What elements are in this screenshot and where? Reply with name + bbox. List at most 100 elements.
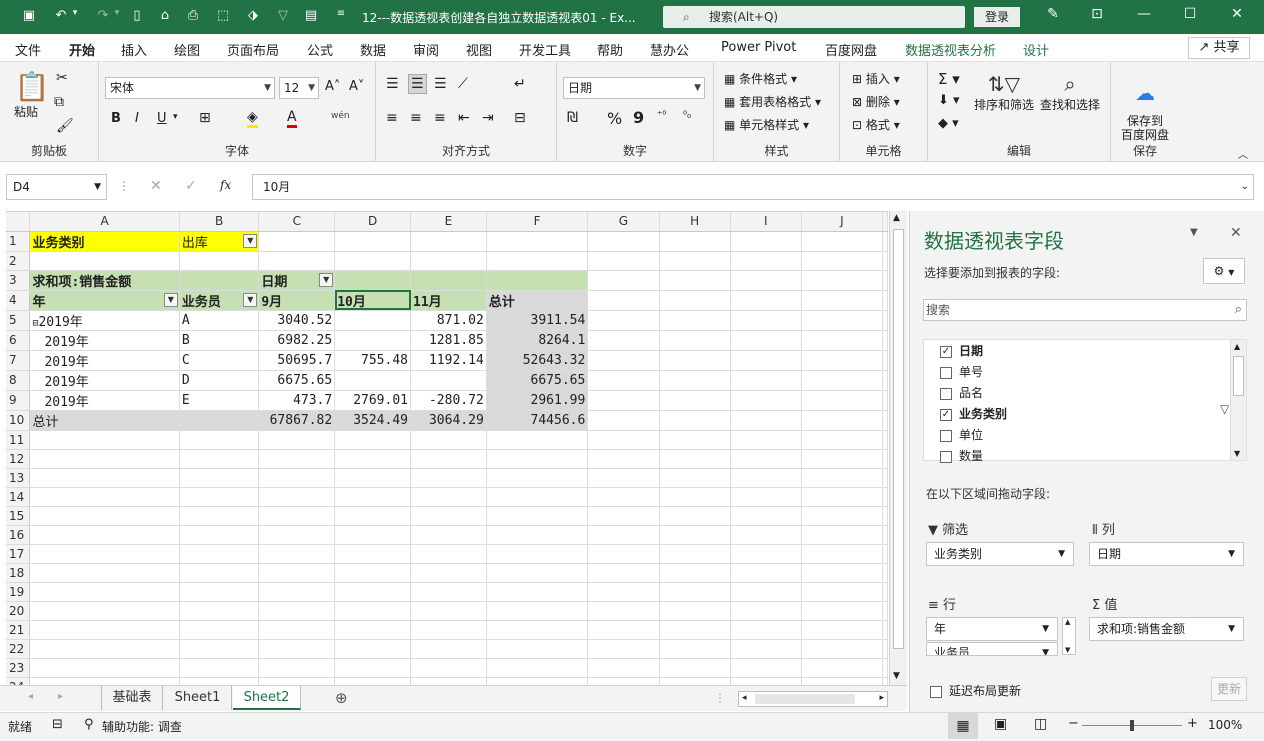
worksheet-grid[interactable]: A B C D E F G H I J 1 业务类别 ▼ 出库 2 3 求和项:销售金额 ▼ 日期 4 ▼ 年 ▼ 业务员 9月…	[6, 211, 888, 685]
cell[interactable]	[29, 251, 180, 271]
cell[interactable]	[258, 251, 336, 271]
filter-icon[interactable]: ▽	[272, 8, 294, 23]
cell[interactable]	[258, 506, 336, 526]
percent-button[interactable]: %	[607, 109, 622, 128]
cell[interactable]	[587, 330, 660, 351]
accessibility-icon[interactable]: ⚲	[84, 717, 94, 732]
cell[interactable]: A	[179, 310, 260, 331]
cell[interactable]	[882, 620, 888, 640]
cell[interactable]	[410, 430, 487, 450]
cell[interactable]	[486, 449, 589, 469]
cell[interactable]	[334, 620, 411, 640]
cell[interactable]	[179, 410, 260, 431]
cell[interactable]	[410, 544, 487, 564]
cell[interactable]: 50695.7	[258, 350, 336, 371]
cell[interactable]: 2769.01	[334, 390, 411, 411]
cut-icon[interactable]: ✂	[56, 70, 68, 86]
cell[interactable]	[801, 620, 884, 640]
conditional-format-button[interactable]: ▦ 条件格式 ▾	[724, 70, 797, 87]
cell[interactable]	[730, 430, 802, 450]
cell[interactable]: 6675.65	[258, 370, 336, 391]
minimize-icon[interactable]: —	[1129, 6, 1159, 22]
cell[interactable]	[730, 563, 802, 583]
scroll-down-icon[interactable]: ▼	[1234, 449, 1240, 458]
row-header[interactable]: 8	[6, 370, 31, 391]
cell[interactable]	[587, 563, 660, 583]
enter-icon[interactable]: ✓	[185, 178, 197, 194]
row-header[interactable]: 23	[6, 658, 31, 678]
cell[interactable]	[882, 231, 888, 252]
cell[interactable]	[801, 525, 884, 545]
cell[interactable]	[882, 582, 888, 602]
cell[interactable]	[730, 290, 802, 311]
font-color-button[interactable]: A	[287, 109, 297, 128]
cell[interactable]	[29, 601, 180, 621]
checkbox-icon[interactable]	[940, 450, 952, 463]
cell[interactable]: ▼ 出库	[179, 231, 260, 252]
underline-dropdown-icon[interactable]: ▾	[173, 112, 178, 122]
cell[interactable]	[730, 468, 802, 488]
cell[interactable]	[179, 582, 260, 602]
cell[interactable]	[587, 639, 660, 659]
tab-pivot-analyze[interactable]: 数据透视表分析	[905, 40, 996, 59]
tab-review[interactable]: 审阅	[413, 40, 439, 59]
merge-center-icon[interactable]: ⊟	[514, 110, 526, 126]
report-filter-button[interactable]: ▼	[243, 233, 258, 248]
cell[interactable]	[587, 449, 660, 469]
cell[interactable]	[730, 677, 802, 685]
cell[interactable]: -280.72	[410, 390, 487, 411]
cell[interactable]	[801, 310, 884, 331]
cell[interactable]	[258, 525, 336, 545]
cell[interactable]	[486, 270, 589, 291]
pane-options-icon[interactable]: ▼	[1190, 227, 1198, 238]
cell[interactable]	[410, 563, 487, 583]
cell[interactable]	[882, 310, 888, 331]
cell[interactable]	[730, 506, 802, 526]
cell[interactable]	[587, 410, 660, 431]
cell[interactable]	[882, 449, 888, 469]
cell[interactable]	[486, 430, 589, 450]
column-header[interactable]: B	[179, 212, 260, 232]
checkbox-icon[interactable]	[940, 387, 952, 400]
decrease-indent-icon[interactable]: ⇤	[458, 110, 470, 126]
format-cells-button[interactable]: ⊡ 格式 ▾	[852, 116, 900, 133]
font-size-select[interactable]: 12 ▼	[279, 77, 319, 99]
share-button[interactable]: ↗ 共享	[1188, 37, 1250, 59]
checkbox-icon[interactable]	[940, 429, 952, 442]
cell[interactable]: E	[179, 390, 260, 411]
cell[interactable]	[730, 601, 802, 621]
row-field-chip-year[interactable]: 年 ▼	[926, 617, 1058, 641]
pivot-field-item[interactable]: 单号	[940, 363, 983, 380]
sheet-tab-basic[interactable]: 基础表	[101, 686, 163, 710]
accessibility-status[interactable]: 辅助功能: 调查	[102, 718, 182, 735]
cell[interactable]	[587, 506, 660, 526]
cell[interactable]	[659, 563, 731, 583]
checkbox-checked-icon[interactable]: ✓	[940, 345, 952, 358]
cell[interactable]	[179, 639, 260, 659]
cell[interactable]	[801, 582, 884, 602]
cell[interactable]	[334, 449, 411, 469]
tab-huibangong[interactable]: 慧办公	[650, 40, 689, 59]
cell[interactable]	[882, 601, 888, 621]
cell[interactable]	[659, 270, 731, 291]
next-sheet-icon[interactable]: ▸	[58, 691, 63, 702]
row-header[interactable]: 21	[6, 620, 31, 640]
cell[interactable]	[29, 544, 180, 564]
row-field-chip-salesperson[interactable]: 业务员 ▼	[926, 642, 1058, 656]
cell[interactable]	[410, 601, 487, 621]
column-header[interactable]: J	[801, 212, 884, 232]
cell[interactable]	[334, 601, 411, 621]
cell[interactable]	[179, 620, 260, 640]
cell[interactable]	[882, 410, 888, 431]
align-middle-icon[interactable]: ☰	[408, 74, 427, 94]
clear-icon[interactable]: ◆ ▾	[938, 116, 959, 131]
cell[interactable]	[334, 506, 411, 526]
cell[interactable]: 2961.99	[486, 390, 589, 411]
grow-font-icon[interactable]: A˄	[325, 79, 340, 94]
cell[interactable]	[410, 270, 487, 291]
tab-data[interactable]: 数据	[360, 40, 386, 59]
row-header[interactable]: 20	[6, 601, 31, 621]
cell[interactable]	[659, 639, 731, 659]
cell[interactable]	[486, 582, 589, 602]
row-header[interactable]: 3	[6, 270, 31, 291]
